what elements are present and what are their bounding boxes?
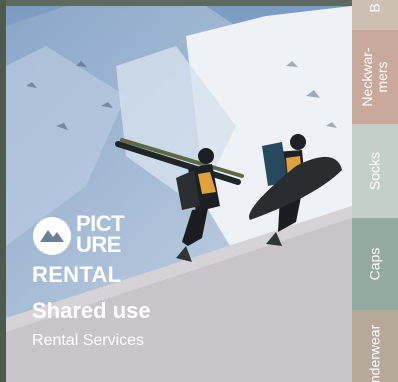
tab-label: Underwear bbox=[366, 324, 383, 382]
picture-logo-icon bbox=[33, 217, 71, 255]
logo-wordmark-line2: URE bbox=[76, 232, 121, 257]
tab-neckwarmers[interactable]: Neckwar- mers bbox=[352, 30, 398, 124]
picture-rental-logo: PICT URE RENTAL bbox=[32, 211, 144, 287]
logo-wordmark: PICT URE bbox=[76, 211, 125, 257]
tab-b[interactable]: B bbox=[352, 0, 398, 30]
tab-socks[interactable]: Socks bbox=[352, 124, 398, 218]
logo-wordmark-line1: PICT bbox=[76, 211, 125, 236]
hero-headline: Shared use bbox=[32, 298, 151, 323]
hero-card[interactable]: PICT URE RENTAL Shared use Rental Servic… bbox=[6, 6, 352, 382]
hero-subhead: Rental Services bbox=[32, 332, 145, 349]
tab-label: Neckwar- mers bbox=[359, 47, 390, 107]
tab-underwear[interactable]: Underwear bbox=[352, 310, 398, 382]
tab-label: Caps bbox=[366, 247, 383, 281]
tab-label: B bbox=[366, 3, 383, 13]
tab-caps[interactable]: Caps bbox=[352, 218, 398, 310]
category-tabs: B Neckwar- mers Socks Caps Underwear bbox=[352, 0, 398, 382]
skiers-climbing-snow-slope-image bbox=[6, 6, 352, 382]
tab-label: Socks bbox=[366, 151, 383, 191]
logo-rental-text: RENTAL bbox=[32, 262, 122, 287]
